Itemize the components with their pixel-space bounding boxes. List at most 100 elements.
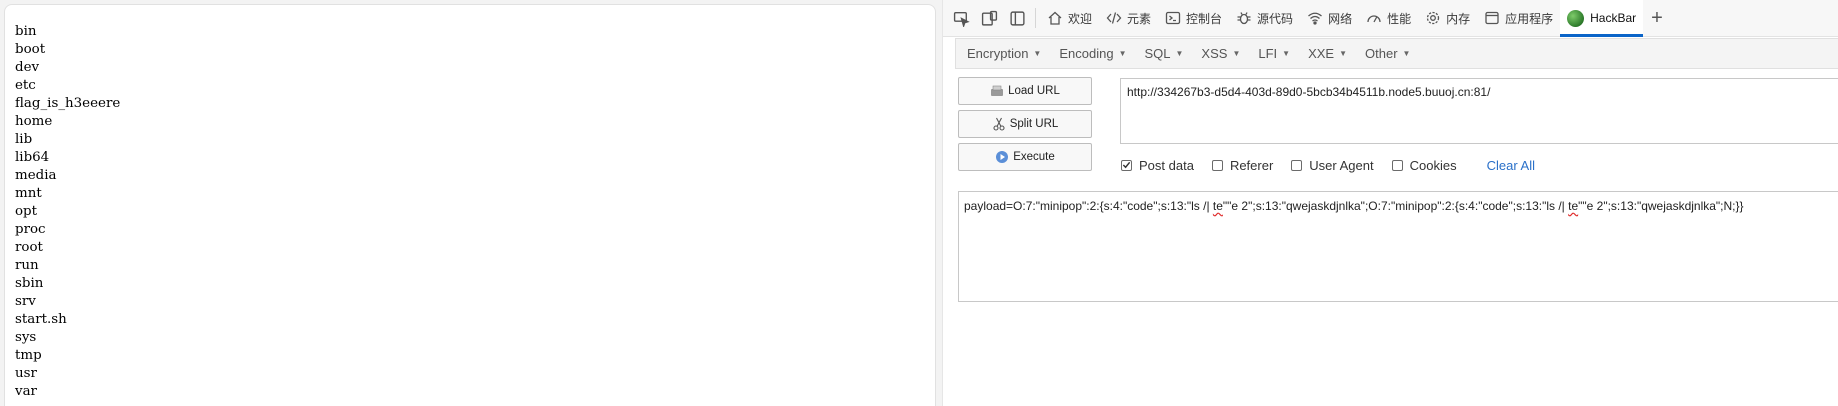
play-icon bbox=[995, 150, 1009, 164]
list-item: sbin bbox=[15, 276, 44, 291]
list-item: root bbox=[15, 240, 43, 255]
post-body-part: ""e 2";s:13:"qwejaskdjnlka";N;}} bbox=[1578, 199, 1744, 213]
post-body-part: ""e 2";s:13:"qwejaskdjnlka";O:7:"minipop… bbox=[1222, 199, 1569, 213]
menu-label: Encryption bbox=[967, 46, 1029, 61]
request-options: Post data Referer User Agent Cookies Cle… bbox=[1121, 155, 1535, 175]
tab-hackbar[interactable]: HackBar bbox=[1560, 0, 1644, 37]
list-item: tmp bbox=[15, 348, 42, 363]
cookies-checkbox[interactable] bbox=[1391, 159, 1403, 171]
menu-sql[interactable]: SQL ▼ bbox=[1135, 46, 1192, 61]
gauge-icon bbox=[1367, 15, 1381, 23]
device-emulation-icon[interactable] bbox=[975, 4, 1003, 32]
clear-all-link[interactable]: Clear All bbox=[1487, 158, 1535, 173]
menu-encoding[interactable]: Encoding ▼ bbox=[1050, 46, 1135, 61]
list-item: boot bbox=[15, 42, 46, 57]
caret-down-icon: ▼ bbox=[1118, 49, 1127, 58]
url-input[interactable]: http://334267b3-d5d4-403d-89d0-5bcb34b45… bbox=[1120, 78, 1838, 144]
cookies-option[interactable]: Cookies bbox=[1391, 157, 1457, 173]
post-data-option[interactable]: Post data bbox=[1121, 158, 1194, 173]
menu-label: XXE bbox=[1308, 46, 1335, 61]
list-item: dev bbox=[15, 60, 40, 75]
post-data-checkbox[interactable] bbox=[1121, 159, 1132, 171]
post-body-part: payload=O:7:"minipop":2:{s:4:"code";s:13… bbox=[964, 199, 1213, 213]
load-icon bbox=[990, 84, 1004, 98]
page-content: bin boot dev etc flag_is_h3eeere home li… bbox=[4, 4, 936, 406]
hackbar-logo-icon bbox=[1567, 9, 1585, 27]
list-item: var bbox=[15, 384, 37, 399]
list-item: opt bbox=[15, 204, 38, 219]
caret-down-icon: ▼ bbox=[1282, 49, 1291, 58]
menu-label: XSS bbox=[1201, 46, 1228, 61]
tab-welcome[interactable]: 欢迎 bbox=[1040, 0, 1099, 37]
list-item: home bbox=[15, 114, 53, 129]
console-icon bbox=[1165, 11, 1181, 25]
list-item: proc bbox=[15, 222, 46, 237]
bug-icon bbox=[1237, 12, 1251, 25]
tab-elements[interactable]: 元素 bbox=[1099, 0, 1158, 37]
scissors-icon bbox=[992, 117, 1006, 131]
tab-network[interactable]: 网络 bbox=[1300, 0, 1359, 37]
list-item: srv bbox=[15, 294, 36, 309]
button-label: Load URL bbox=[1008, 85, 1060, 97]
option-label: Post data bbox=[1139, 157, 1194, 173]
tab-console[interactable]: 控制台 bbox=[1158, 0, 1229, 37]
referer-checkbox[interactable] bbox=[1211, 159, 1223, 171]
inspect-icon[interactable] bbox=[947, 4, 975, 32]
menu-xss[interactable]: XSS ▼ bbox=[1192, 46, 1249, 61]
caret-down-icon: ▼ bbox=[1402, 49, 1411, 58]
check-icon bbox=[1122, 161, 1131, 169]
menu-encryption[interactable]: Encryption ▼ bbox=[958, 46, 1050, 61]
split-url-button[interactable]: Split URL bbox=[958, 110, 1092, 138]
list-item: usr bbox=[15, 366, 37, 381]
tab-label: 性能 bbox=[1387, 11, 1412, 26]
option-label: Referer bbox=[1229, 157, 1274, 173]
menu-label: LFI bbox=[1258, 46, 1278, 61]
tab-label: 控制台 bbox=[1186, 11, 1223, 26]
tab-application[interactable]: 应用程序 bbox=[1477, 0, 1560, 37]
option-label: Cookies bbox=[1409, 157, 1457, 173]
gear-icon bbox=[1426, 11, 1440, 25]
hackbar-menu: Encryption ▼ Encoding ▼ SQL ▼ XSS ▼ LFI ▼ XXE… bbox=[955, 38, 1838, 69]
menu-label: Encoding bbox=[1059, 46, 1114, 61]
menu-label: Other bbox=[1365, 46, 1398, 61]
add-tab-button[interactable]: + bbox=[1643, 0, 1671, 37]
list-item: lib64 bbox=[15, 150, 50, 165]
post-data-input[interactable]: payload=O:7:"minipop":2:{s:4:"code";s:13… bbox=[958, 191, 1838, 302]
menu-label: SQL bbox=[1144, 46, 1171, 61]
tab-sources[interactable]: 源代码 bbox=[1229, 0, 1300, 37]
caret-down-icon: ▼ bbox=[1232, 49, 1241, 58]
user-agent-checkbox[interactable] bbox=[1291, 159, 1303, 171]
menu-other[interactable]: Other ▼ bbox=[1356, 46, 1419, 61]
list-item: start.sh bbox=[15, 312, 67, 327]
tab-label: 欢迎 bbox=[1068, 11, 1093, 26]
spellcheck-word: te bbox=[1212, 199, 1223, 213]
devtools-panel: 欢迎 元素 控制台 源代码 网络 性能 内存 应用程序 HackBar + En… bbox=[942, 0, 1838, 406]
tab-label: HackBar bbox=[1590, 11, 1637, 25]
list-item: bin bbox=[15, 24, 37, 39]
wifi-icon bbox=[1308, 12, 1322, 25]
option-label: User Agent bbox=[1309, 157, 1374, 173]
window-icon bbox=[1485, 11, 1499, 25]
load-url-button[interactable]: Load URL bbox=[958, 77, 1092, 105]
button-label: Split URL bbox=[1009, 118, 1059, 130]
tab-memory[interactable]: 内存 bbox=[1418, 0, 1477, 37]
user-agent-option[interactable]: User Agent bbox=[1291, 157, 1374, 173]
tab-performance[interactable]: 性能 bbox=[1359, 0, 1418, 37]
execute-button[interactable]: Execute bbox=[958, 143, 1092, 171]
tab-label: 网络 bbox=[1328, 11, 1353, 26]
spellcheck-word: te bbox=[1568, 199, 1579, 213]
post-body-text: payload=O:7:"minipop":2:{s:4:"code";s:13… bbox=[964, 199, 1744, 213]
list-item: lib bbox=[15, 132, 33, 147]
tab-label: 应用程序 bbox=[1505, 11, 1554, 26]
caret-down-icon: ▼ bbox=[1175, 49, 1184, 58]
divider bbox=[1035, 8, 1036, 28]
url-value: http://334267b3-d5d4-403d-89d0-5bcb34b45… bbox=[1127, 85, 1491, 99]
referer-option[interactable]: Referer bbox=[1211, 157, 1274, 173]
list-item: sys bbox=[15, 330, 37, 345]
menu-lfi[interactable]: LFI ▼ bbox=[1249, 46, 1299, 61]
caret-down-icon: ▼ bbox=[1033, 49, 1042, 58]
dock-side-icon[interactable] bbox=[1003, 4, 1031, 32]
list-item: run bbox=[15, 258, 39, 273]
button-label: Execute bbox=[1013, 151, 1055, 163]
menu-xxe[interactable]: XXE ▼ bbox=[1299, 46, 1356, 61]
